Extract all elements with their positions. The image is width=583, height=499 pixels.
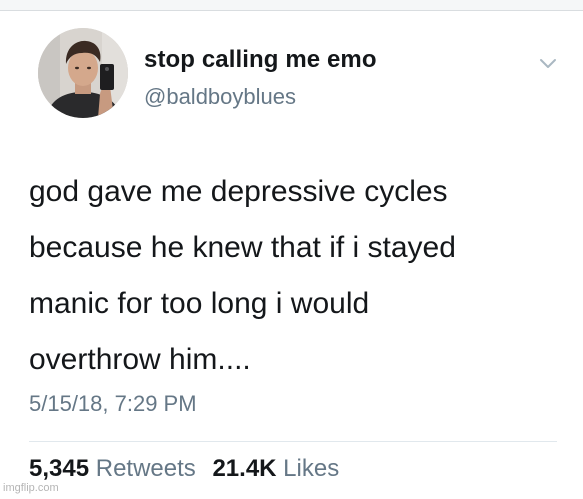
tweet-text-line: god gave me depressive cycles xyxy=(29,175,448,208)
tweet-timestamp[interactable]: 5/15/18, 7:29 PM xyxy=(29,391,197,417)
retweets-count[interactable]: 5,345 xyxy=(29,455,89,482)
user-handle[interactable]: @baldboyblues xyxy=(144,84,296,110)
avatar[interactable] xyxy=(38,28,128,118)
tweet-stats: 5,345 Retweets 21.4K Likes xyxy=(29,455,339,483)
display-name[interactable]: stop calling me emo xyxy=(144,46,377,74)
tweet-text-line: because he knew that if i stayed xyxy=(29,231,456,264)
tweet-text-line: manic for too long i would xyxy=(29,287,370,320)
likes-label[interactable]: Likes xyxy=(283,455,339,482)
tweet-text: god gave me depressive cycles because he… xyxy=(29,164,569,388)
chevron-down-icon[interactable] xyxy=(536,54,560,72)
tweet-text-line: overthrow him.... xyxy=(29,343,251,376)
likes-count[interactable]: 21.4K xyxy=(212,455,276,482)
retweets-label[interactable]: Retweets xyxy=(96,455,196,482)
divider xyxy=(29,441,557,442)
avatar-image xyxy=(38,28,128,118)
watermark: imgflip.com xyxy=(3,482,59,494)
top-border xyxy=(0,0,583,11)
